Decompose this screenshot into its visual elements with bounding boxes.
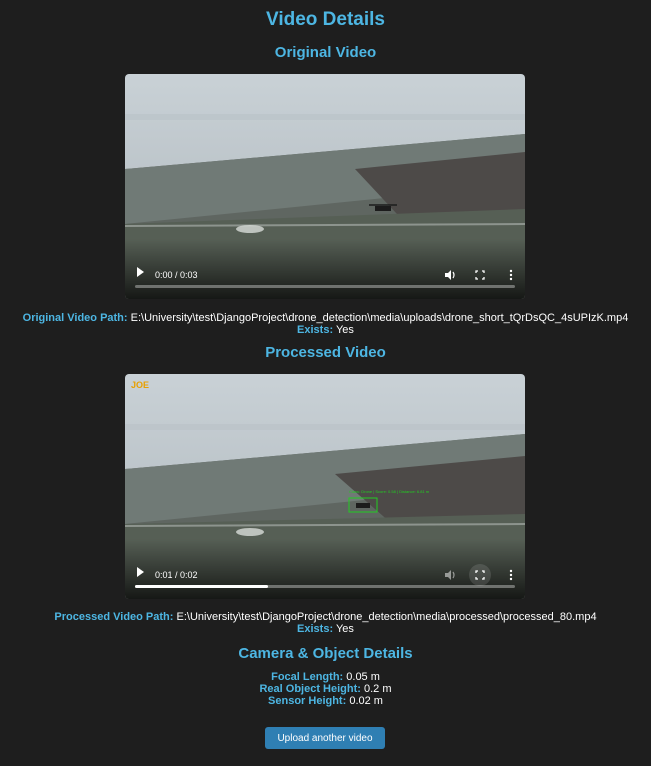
real-object-height-value: 0.2 m (364, 683, 392, 695)
original-exists-value: Yes (335, 324, 354, 336)
video-time: 0:00 / 0:03 (155, 270, 198, 280)
focal-length-label: Focal Length: (271, 671, 344, 683)
more-options-icon[interactable] (504, 268, 518, 282)
more-options-icon[interactable] (504, 568, 518, 582)
processed-video-heading: Processed Video (265, 344, 386, 361)
original-exists-label: Exists: (297, 324, 334, 336)
processed-exists-label: Exists: (297, 623, 334, 635)
processed-exists: Exists: Yes (0, 623, 651, 636)
page-title: Video Details (266, 9, 385, 30)
real-object-height-label: Real Object Height: (259, 683, 361, 695)
video-time: 0:01 / 0:02 (155, 570, 198, 580)
volume-icon[interactable] (443, 268, 457, 282)
original-video-heading: Original Video (274, 44, 377, 61)
focal-length-value: 0.05 m (346, 671, 380, 683)
detection-label: Class: Drone | Score: 0.58 | Distance: 6… (349, 489, 430, 494)
sensor-height-row: Sensor Height: 0.02 m (0, 695, 651, 708)
video-controls (125, 539, 525, 599)
processed-path-label: Processed Video Path: (54, 611, 174, 623)
play-icon[interactable] (137, 567, 144, 577)
processed-video-player[interactable]: Class: Drone | Score: 0.58 | Distance: 6… (125, 374, 525, 599)
sensor-height-value: 0.02 m (349, 695, 383, 707)
upload-another-video-button[interactable]: Upload another video (265, 727, 385, 749)
fullscreen-icon[interactable] (469, 564, 491, 586)
processed-exists-value: Yes (335, 623, 354, 635)
original-path-label: Original Video Path: (22, 312, 128, 324)
video-progress-bar[interactable] (135, 285, 515, 288)
original-exists: Exists: Yes (0, 324, 651, 337)
original-video-player[interactable]: 0:00 / 0:03 (125, 74, 525, 299)
processed-path-value: E:\University\test\DjangoProject\drone_d… (176, 611, 597, 623)
video-progress-fill (135, 585, 268, 588)
sensor-height-label: Sensor Height: (268, 695, 347, 707)
camera-details-heading: Camera & Object Details (238, 645, 413, 662)
video-progress-bar[interactable] (135, 585, 515, 588)
volume-icon[interactable] (443, 568, 457, 582)
fullscreen-icon[interactable] (473, 268, 487, 282)
video-controls (125, 239, 525, 299)
watermark-logo: JOE (131, 380, 150, 390)
original-path-value: E:\University\test\DjangoProject\drone_d… (130, 312, 629, 324)
play-icon[interactable] (137, 267, 144, 277)
